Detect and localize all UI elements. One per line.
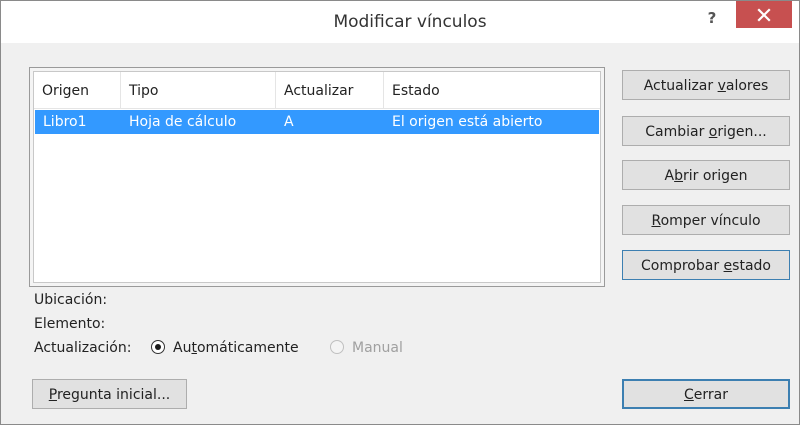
access-key: C [684,387,694,403]
help-button[interactable]: ? [699,5,725,31]
cell-actualizar: A [284,114,294,130]
links-list: Origen Tipo Actualizar Estado Libro1 Hoj… [29,67,605,287]
close-window-button[interactable] [736,1,792,28]
cell-estado: El origen está abierto [392,114,543,130]
label-part: Au [173,340,192,356]
label-part: omper vínculo [660,213,761,229]
item-label: Elemento: [34,316,106,332]
label-part: Cambiar [645,124,709,140]
access-key: R [651,213,661,229]
label-part: stado [732,258,771,274]
close-button[interactable]: Cerrar [622,379,790,409]
update-values-button[interactable]: Actualizar valores [622,70,790,100]
automatic-label: Automáticamente [173,338,299,358]
open-source-button[interactable]: Abrir origen [622,160,790,190]
column-header-estado[interactable]: Estado [384,72,598,108]
change-source-button[interactable]: Cambiar origen... [622,116,790,146]
check-status-button[interactable]: Comprobar estado [622,250,790,280]
access-key: P [48,387,57,403]
links-list-inner: Origen Tipo Actualizar Estado Libro1 Hoj… [33,71,601,283]
list-header: Origen Tipo Actualizar Estado [34,72,600,109]
access-key: b [674,168,684,184]
close-icon [757,8,771,22]
label-part: rir origen [683,168,748,184]
column-header-actualizar[interactable]: Actualizar [276,72,384,108]
edit-links-dialog: Modificar vínculos ? Origen Tipo Actuali… [0,0,800,425]
location-label: Ubicación: [34,292,108,308]
access-key: v [717,78,726,94]
label-part: Actualizar [643,78,718,94]
label-part: rigen... [717,124,767,140]
startup-prompt-button[interactable]: Pregunta inicial... [32,379,187,409]
break-link-button[interactable]: Romper vínculo [622,205,790,235]
radio-circle-disabled [330,340,344,354]
label-part: omáticamente [196,340,299,356]
cell-tipo: Hoja de cálculo [129,114,237,130]
radio-circle-checked [151,340,165,354]
column-header-tipo[interactable]: Tipo [121,72,276,108]
title-bar: Modificar vínculos ? [1,1,799,43]
label-part: alores [725,78,769,94]
label-part: A [664,168,675,184]
access-key: e [723,258,733,274]
label-part: Comprobar [640,258,724,274]
table-row[interactable]: Libro1 Hoja de cálculo A El origen está … [35,110,599,134]
update-label: Actualización: [34,340,132,356]
label-part: regunta inicial... [56,387,171,403]
cell-origen: Libro1 [43,114,87,130]
label-part: errar [693,387,728,403]
radio-dot [155,344,161,350]
manual-label: Manual [352,340,403,356]
column-header-origen[interactable]: Origen [34,72,121,108]
dialog-title: Modificar vínculos [333,12,487,32]
